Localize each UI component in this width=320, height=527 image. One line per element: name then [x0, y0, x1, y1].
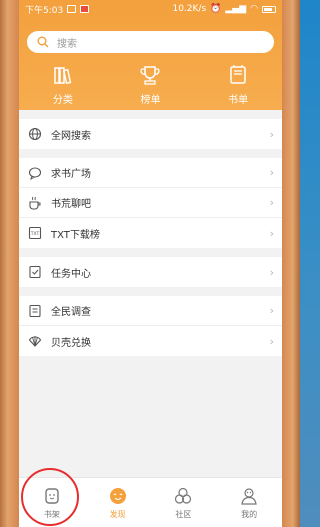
- chevron-right-icon: ›: [269, 166, 274, 179]
- app-notification-icon: [80, 5, 90, 13]
- category-rank[interactable]: 榜单: [115, 64, 185, 108]
- wifi-icon: ◠: [250, 4, 258, 14]
- menu-item-label: 求书广场: [51, 169, 91, 180]
- alarm-icon: ⏰: [210, 4, 222, 14]
- globe-icon: [28, 127, 42, 141]
- category-booklist[interactable]: 书单: [203, 64, 273, 108]
- survey-icon: [29, 304, 41, 317]
- tab-label: 发现: [109, 509, 126, 519]
- tab-profile[interactable]: 我的: [219, 486, 279, 520]
- books-icon: [54, 67, 72, 85]
- device-edge-left: [0, 0, 19, 527]
- device-edge-right: [282, 0, 300, 527]
- booklist-icon: [230, 65, 246, 84]
- menu-item-book-chat[interactable]: 书荒聊吧 ›: [19, 188, 282, 218]
- menu-group-activities: 全民调查 › 贝壳兑换 ›: [19, 296, 282, 356]
- notification-icon: [67, 5, 77, 13]
- menu-item-txt-ranking[interactable]: TXT TXT下载榜 ›: [19, 218, 282, 248]
- category-label: 分类: [52, 95, 73, 106]
- menu-item-label: 全网搜索: [51, 130, 91, 142]
- shell-icon: [28, 336, 42, 347]
- header: 下午5:03 10.2K/s ⏰ ▂▄▆ ◠ 搜索 分类 榜单 书单: [19, 0, 282, 110]
- svg-text:TXT: TXT: [30, 231, 40, 237]
- menu-item-label: 贝壳兑换: [51, 337, 91, 349]
- category-label: 榜单: [140, 95, 161, 106]
- menu-group-search: 全网搜索 ›: [19, 119, 282, 149]
- status-time: 下午5:03: [25, 5, 64, 16]
- chevron-right-icon: ›: [269, 334, 274, 348]
- trophy-icon: [140, 66, 161, 85]
- task-icon: [29, 265, 41, 279]
- signal-icon: ▂▄▆: [225, 4, 247, 14]
- search-placeholder: 搜索: [57, 38, 77, 50]
- community-icon: [175, 487, 192, 504]
- highlight-circle-annotation: [21, 468, 79, 526]
- chat-icon: [28, 166, 42, 180]
- app-screen: 下午5:03 10.2K/s ⏰ ▂▄▆ ◠ 搜索 分类 榜单 书单 全网搜索 …: [19, 0, 282, 527]
- category-row: 分类 榜单 书单: [19, 64, 282, 108]
- category-label: 书单: [228, 95, 249, 106]
- tab-label: 社区: [175, 509, 192, 519]
- chevron-right-icon: ›: [269, 127, 274, 141]
- menu-item-label: 全民调查: [51, 307, 91, 318]
- menu-item-label: TXT下载榜: [51, 229, 100, 241]
- search-icon: [37, 36, 49, 48]
- discover-icon: [109, 487, 126, 504]
- chevron-right-icon: ›: [269, 265, 274, 279]
- tab-label: 我的: [241, 509, 258, 519]
- profile-icon: [241, 487, 257, 505]
- menu-item-task-center[interactable]: 任务中心 ›: [19, 257, 282, 287]
- search-input[interactable]: 搜索: [27, 31, 274, 53]
- menu-item-label: 任务中心: [51, 268, 91, 280]
- chevron-right-icon: ›: [269, 196, 274, 209]
- menu-item-global-search[interactable]: 全网搜索 ›: [19, 119, 282, 149]
- chevron-right-icon: ›: [269, 226, 274, 240]
- menu-item-shell-exchange[interactable]: 贝壳兑换 ›: [19, 326, 282, 356]
- menu-item-book-request[interactable]: 求书广场 ›: [19, 158, 282, 188]
- network-speed: 10.2K/s: [172, 4, 207, 14]
- category-classify[interactable]: 分类: [28, 64, 98, 108]
- coffee-icon: [29, 196, 41, 210]
- menu-group-books: 求书广场 › 书荒聊吧 › TXT TXT下载榜 ›: [19, 158, 282, 248]
- menu-item-label: 书荒聊吧: [51, 199, 91, 210]
- tab-discover[interactable]: 发现: [88, 486, 148, 520]
- txt-icon: TXT: [28, 226, 42, 240]
- tab-community[interactable]: 社区: [153, 486, 213, 520]
- status-bar: 下午5:03 10.2K/s ⏰ ▂▄▆ ◠: [19, 0, 282, 18]
- chevron-right-icon: ›: [269, 304, 274, 317]
- menu-group-tasks: 任务中心 ›: [19, 257, 282, 287]
- battery-icon: [262, 5, 276, 13]
- menu-item-survey[interactable]: 全民调查 ›: [19, 296, 282, 326]
